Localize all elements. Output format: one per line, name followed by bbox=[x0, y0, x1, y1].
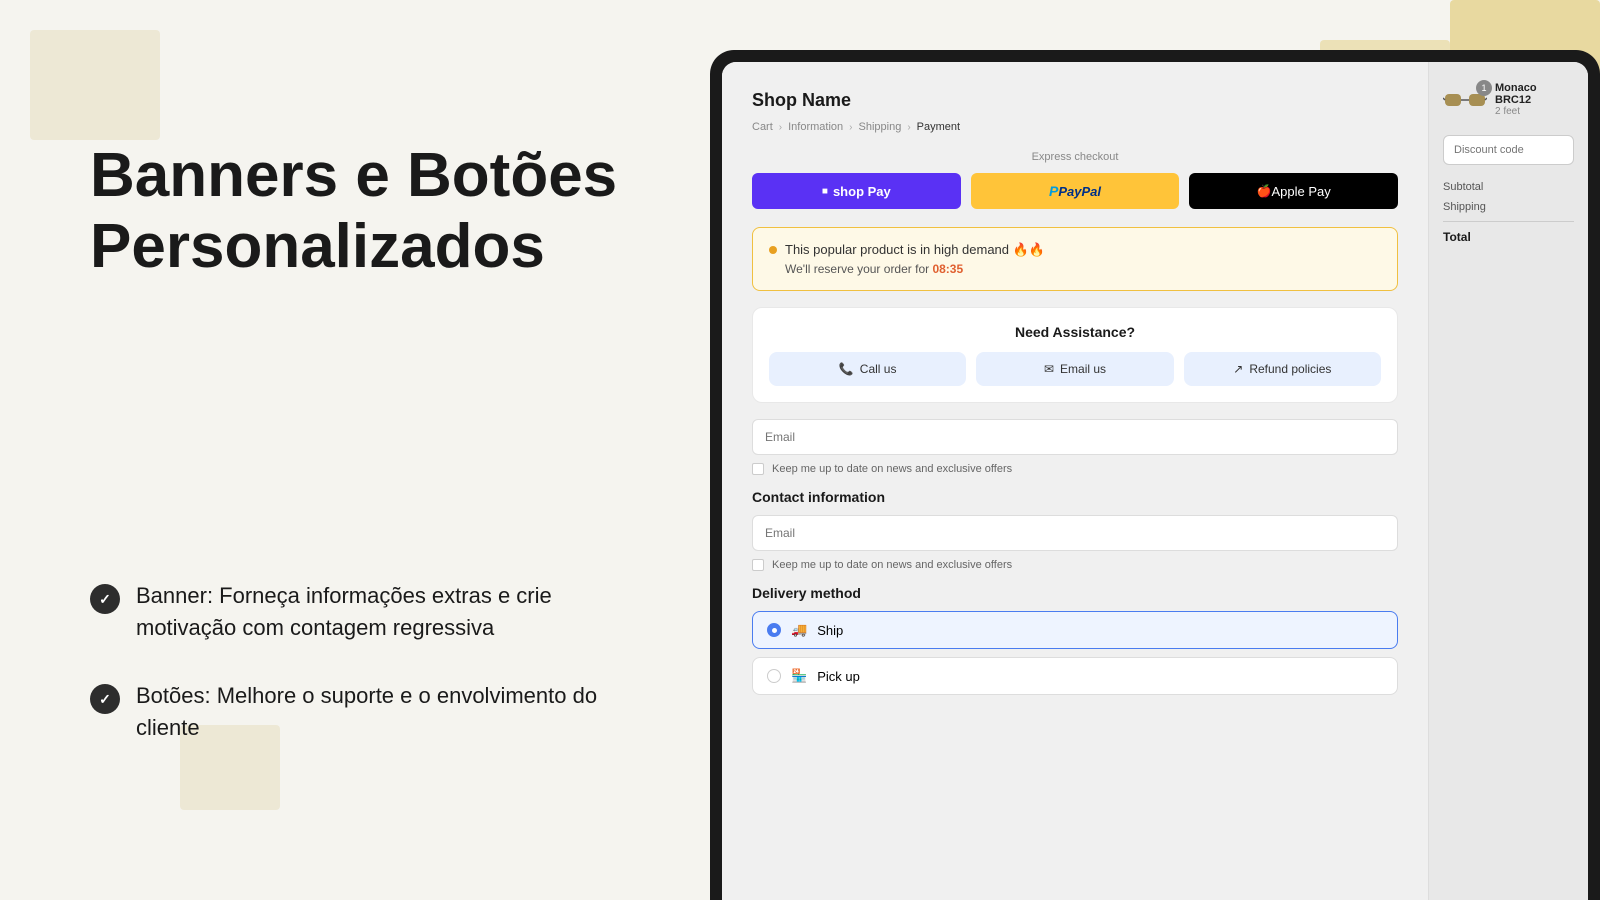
product-name: Monaco BRC12 bbox=[1495, 82, 1574, 106]
breadcrumb-shipping[interactable]: Shipping bbox=[859, 121, 902, 133]
email-field-1[interactable] bbox=[752, 419, 1398, 455]
express-checkout-label: Express checkout bbox=[752, 151, 1398, 163]
ship-label: Ship bbox=[817, 623, 843, 638]
shop-name: Shop Name bbox=[752, 90, 1398, 111]
checkbox-row-1: Keep me up to date on news and exclusive… bbox=[752, 463, 1398, 475]
features-list: Banner: Forneça informações extras e cri… bbox=[90, 580, 620, 780]
checkbox-2[interactable] bbox=[752, 559, 764, 571]
shoppay-button[interactable]: ■ shop Pay bbox=[752, 173, 961, 209]
product-desc: 2 feet bbox=[1495, 106, 1574, 117]
urgency-subtext: We'll reserve your order for bbox=[785, 262, 932, 276]
shipping-row: Shipping bbox=[1443, 201, 1574, 213]
delivery-option-pickup[interactable]: 🏪 Pick up bbox=[752, 657, 1398, 695]
paypal-button[interactable]: P PayPal bbox=[971, 173, 1180, 209]
discount-code-input[interactable] bbox=[1443, 135, 1574, 165]
breadcrumb-sep-2: › bbox=[849, 122, 852, 133]
urgency-text: This popular product is in high demand 🔥… bbox=[785, 242, 1045, 258]
product-badge: 1 bbox=[1476, 80, 1492, 96]
contact-section-label: Contact information bbox=[752, 489, 1398, 505]
right-panel: Shop Name Cart › Information › Shipping … bbox=[680, 0, 1600, 900]
radio-pickup-empty bbox=[767, 669, 781, 683]
device-frame: Shop Name Cart › Information › Shipping … bbox=[710, 50, 1600, 900]
left-content: Banners e Botões Personalizados Banner: … bbox=[90, 60, 620, 840]
checkout-sidebar: 1 Monaco B bbox=[1428, 62, 1588, 900]
breadcrumb-information[interactable]: Information bbox=[788, 121, 843, 133]
checkbox-label-1: Keep me up to date on news and exclusive… bbox=[772, 463, 1012, 475]
product-info: Monaco BRC12 2 feet bbox=[1495, 82, 1574, 117]
device-screen: Shop Name Cart › Information › Shipping … bbox=[722, 62, 1588, 900]
feature-item-1: Banner: Forneça informações extras e cri… bbox=[90, 580, 620, 644]
breadcrumb: Cart › Information › Shipping › Payment bbox=[752, 121, 1398, 133]
feature-text-1: Banner: Forneça informações extras e cri… bbox=[136, 580, 620, 644]
check-icon-2 bbox=[90, 684, 120, 714]
radio-ship-selected bbox=[767, 623, 781, 637]
ship-truck-icon: 🚚 bbox=[791, 622, 807, 638]
feature-item-2: Botões: Melhore o suporte e o envolvimen… bbox=[90, 680, 620, 744]
email-icon: ✉ bbox=[1044, 362, 1054, 376]
breadcrumb-cart[interactable]: Cart bbox=[752, 121, 773, 133]
breadcrumb-payment[interactable]: Payment bbox=[917, 121, 960, 133]
refund-policies-button[interactable]: ↗ Refund policies bbox=[1184, 352, 1381, 386]
express-buttons-group: ■ shop Pay P PayPal 🍎 Apple Pay bbox=[752, 173, 1398, 209]
assistance-buttons: 📞 Call us ✉ Email us ↗ Refund policies bbox=[769, 352, 1381, 386]
delivery-option-ship[interactable]: 🚚 Ship bbox=[752, 611, 1398, 649]
applepay-button[interactable]: 🍎 Apple Pay bbox=[1189, 173, 1398, 209]
delivery-section-label: Delivery method bbox=[752, 585, 1398, 601]
call-us-button[interactable]: 📞 Call us bbox=[769, 352, 966, 386]
urgency-banner-title: This popular product is in high demand 🔥… bbox=[769, 242, 1381, 258]
urgency-banner: This popular product is in high demand 🔥… bbox=[752, 227, 1398, 291]
total-row: Total bbox=[1443, 230, 1574, 244]
email-field-2[interactable] bbox=[752, 515, 1398, 551]
summary-divider bbox=[1443, 221, 1574, 222]
feature-text-2: Botões: Melhore o suporte e o envolvimen… bbox=[136, 680, 620, 744]
breadcrumb-sep-3: › bbox=[907, 122, 910, 133]
assistance-box: Need Assistance? 📞 Call us ✉ Email us ↗ bbox=[752, 307, 1398, 403]
checkbox-label-2: Keep me up to date on news and exclusive… bbox=[772, 559, 1012, 571]
phone-icon: 📞 bbox=[839, 362, 854, 376]
left-panel: Banners e Botões Personalizados Banner: … bbox=[0, 0, 680, 900]
checkbox-row-2: Keep me up to date on news and exclusive… bbox=[752, 559, 1398, 571]
timer-value: 08:35 bbox=[932, 262, 963, 276]
breadcrumb-sep-1: › bbox=[779, 122, 782, 133]
subtotal-row: Subtotal bbox=[1443, 181, 1574, 193]
heading-area: Banners e Botões Personalizados bbox=[90, 60, 620, 283]
shipping-label: Shipping bbox=[1443, 201, 1486, 213]
product-thumb: 1 Monaco B bbox=[1443, 82, 1574, 117]
pickup-store-icon: 🏪 bbox=[791, 668, 807, 684]
check-icon-1 bbox=[90, 584, 120, 614]
main-heading: Banners e Botões Personalizados bbox=[90, 140, 620, 283]
checkbox-1[interactable] bbox=[752, 463, 764, 475]
subtotal-label: Subtotal bbox=[1443, 181, 1483, 193]
assistance-title: Need Assistance? bbox=[769, 324, 1381, 340]
urgency-timer: We'll reserve your order for 08:35 bbox=[769, 262, 1381, 276]
checkout-main: Shop Name Cart › Information › Shipping … bbox=[722, 62, 1428, 900]
external-link-icon: ↗ bbox=[1233, 362, 1243, 376]
email-us-button[interactable]: ✉ Email us bbox=[976, 352, 1173, 386]
pickup-label: Pick up bbox=[817, 669, 860, 684]
urgency-dot bbox=[769, 246, 777, 254]
shoppay-icon: ■ bbox=[822, 186, 828, 197]
total-label: Total bbox=[1443, 230, 1471, 244]
paypal-p-icon: P bbox=[1049, 183, 1058, 199]
